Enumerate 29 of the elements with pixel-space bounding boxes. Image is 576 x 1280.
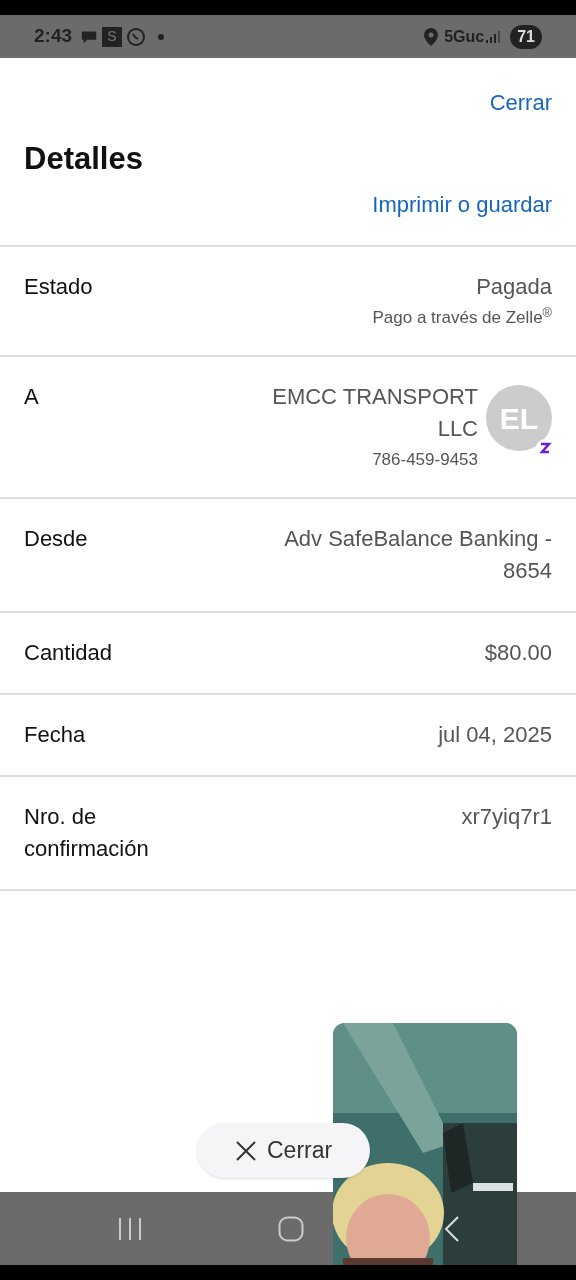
row-note: Pago a través de Zelle$^{®}$ bbox=[372, 305, 552, 329]
battery-indicator: 71 bbox=[510, 24, 542, 49]
home-icon[interactable] bbox=[278, 1215, 304, 1242]
row-note: 786-459-9453 bbox=[372, 449, 478, 471]
row-label: Estado bbox=[24, 273, 94, 301]
row-label: Fecha bbox=[24, 721, 87, 749]
page-title: Detalles bbox=[24, 143, 144, 174]
row-value: EMCC TRANSPORT LLC bbox=[271, 383, 478, 443]
row-value: Adv SafeBalance Banking - 8654 bbox=[283, 525, 552, 585]
floating-close-button[interactable]: Cerrar bbox=[197, 1123, 371, 1178]
row-label: A bbox=[24, 383, 40, 411]
row-value: xr7yiq7r1 bbox=[460, 803, 552, 831]
close-icon bbox=[235, 1139, 257, 1162]
recent-apps-icon[interactable] bbox=[118, 1217, 142, 1240]
location-icon bbox=[424, 27, 439, 46]
zelle-badge-icon bbox=[536, 439, 554, 457]
close-link[interactable]: Cerrar bbox=[489, 86, 552, 119]
row-label: Cantidad bbox=[24, 639, 114, 667]
signal-icon bbox=[486, 30, 501, 43]
row-value: jul 04, 2025 bbox=[436, 721, 552, 749]
network-label: 5Guc bbox=[444, 26, 485, 47]
row-value: Pagada bbox=[475, 273, 552, 301]
print-link[interactable]: Imprimir o guardar bbox=[372, 188, 552, 221]
app-notification-icon: S bbox=[102, 26, 123, 47]
row-label: Nro. de confirmación bbox=[24, 803, 150, 863]
row-label: Desde bbox=[24, 525, 89, 553]
status-time: 2:43 bbox=[34, 24, 73, 49]
back-icon[interactable] bbox=[444, 1215, 460, 1243]
row-value: $80.00 bbox=[483, 639, 552, 667]
